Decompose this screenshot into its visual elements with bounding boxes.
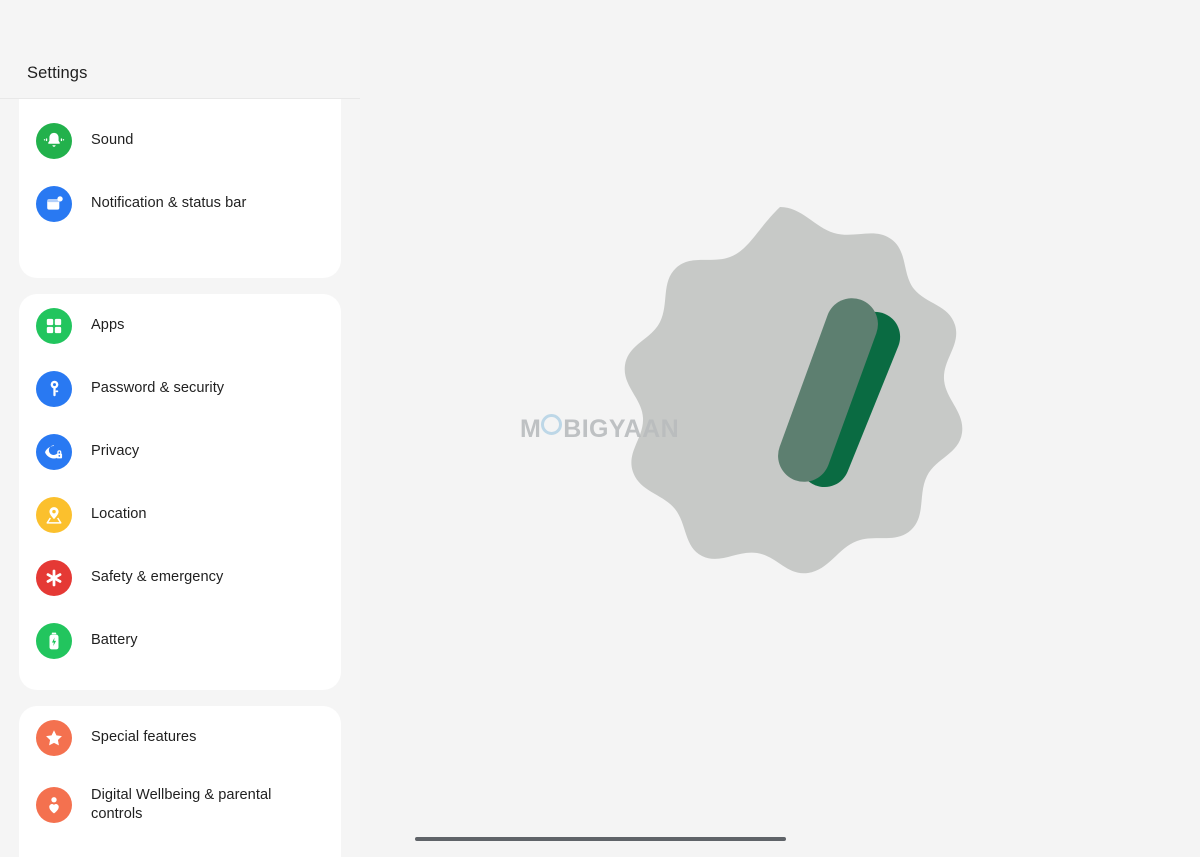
- sidebar-item-special-features[interactable]: Special features: [19, 706, 341, 769]
- bell-icon: [36, 122, 72, 159]
- home-indicator-bar[interactable]: [415, 837, 786, 841]
- sidebar-item-safety-emergency[interactable]: Safety & emergency: [19, 546, 341, 609]
- grid-apps-icon: [36, 307, 72, 344]
- sidebar-item-label: Special features: [91, 729, 197, 745]
- sidebar-item-label: Safety & emergency: [91, 569, 224, 585]
- main-content-area: M BIGYAAN: [360, 0, 1200, 857]
- battery-icon: [36, 622, 72, 659]
- eye-lock-icon: [36, 433, 72, 470]
- sidebar-item-label: Location: [91, 506, 147, 522]
- settings-app-window: Display & brightness Sound: [0, 0, 1200, 857]
- notification-icon: [36, 185, 72, 222]
- sidebar-item-sound[interactable]: Sound: [19, 109, 341, 172]
- asterisk-icon: [36, 559, 72, 596]
- sidebar-header: Settings: [0, 0, 360, 99]
- sidebar-item-password-security[interactable]: Password & security: [19, 357, 341, 420]
- watermark-prefix: M: [520, 415, 542, 443]
- star-icon: [36, 719, 72, 756]
- sidebar-item-privacy[interactable]: Privacy: [19, 420, 341, 483]
- page-title: Settings: [27, 64, 88, 82]
- sidebar-item-label: Password & security: [91, 380, 225, 396]
- sidebar-scroll-area[interactable]: Display & brightness Sound: [0, 0, 360, 857]
- watermark-o-letter: [541, 412, 563, 437]
- sidebar-item-digital-wellbeing[interactable]: Digital Wellbeing & parental controls: [19, 769, 341, 841]
- sidebar-item-notification-status-bar[interactable]: Notification & status bar: [19, 172, 341, 235]
- sidebar-item-label: Privacy: [91, 443, 140, 459]
- settings-group-features-wellbeing: Special features Digital Wellbeing & par…: [19, 706, 341, 857]
- sidebar-item-label: Sound: [91, 132, 134, 148]
- key-icon: [36, 370, 72, 407]
- sidebar-item-label: Notification & status bar: [91, 195, 247, 211]
- watermark-suffix: BIGYAAN: [563, 415, 680, 443]
- sidebar-item-label: Battery: [91, 632, 138, 648]
- sidebar-item-label: Apps: [91, 317, 125, 333]
- sidebar-item-label: Digital Wellbeing & parental controls: [91, 787, 272, 822]
- sidebar-item-battery[interactable]: Battery: [19, 609, 341, 672]
- settings-group-apps-privacy: Apps Password & security Privacy Locatio…: [19, 294, 341, 690]
- settings-sidebar: Display & brightness Sound: [0, 0, 360, 857]
- watermark-o-ring: [541, 414, 563, 435]
- mobigyaan-watermark: M BIGYAAN: [520, 412, 679, 444]
- person-heart-icon: [36, 787, 72, 823]
- sidebar-item-apps[interactable]: Apps: [19, 294, 341, 357]
- sidebar-item-location[interactable]: Location: [19, 483, 341, 546]
- location-pin-icon: [36, 496, 72, 533]
